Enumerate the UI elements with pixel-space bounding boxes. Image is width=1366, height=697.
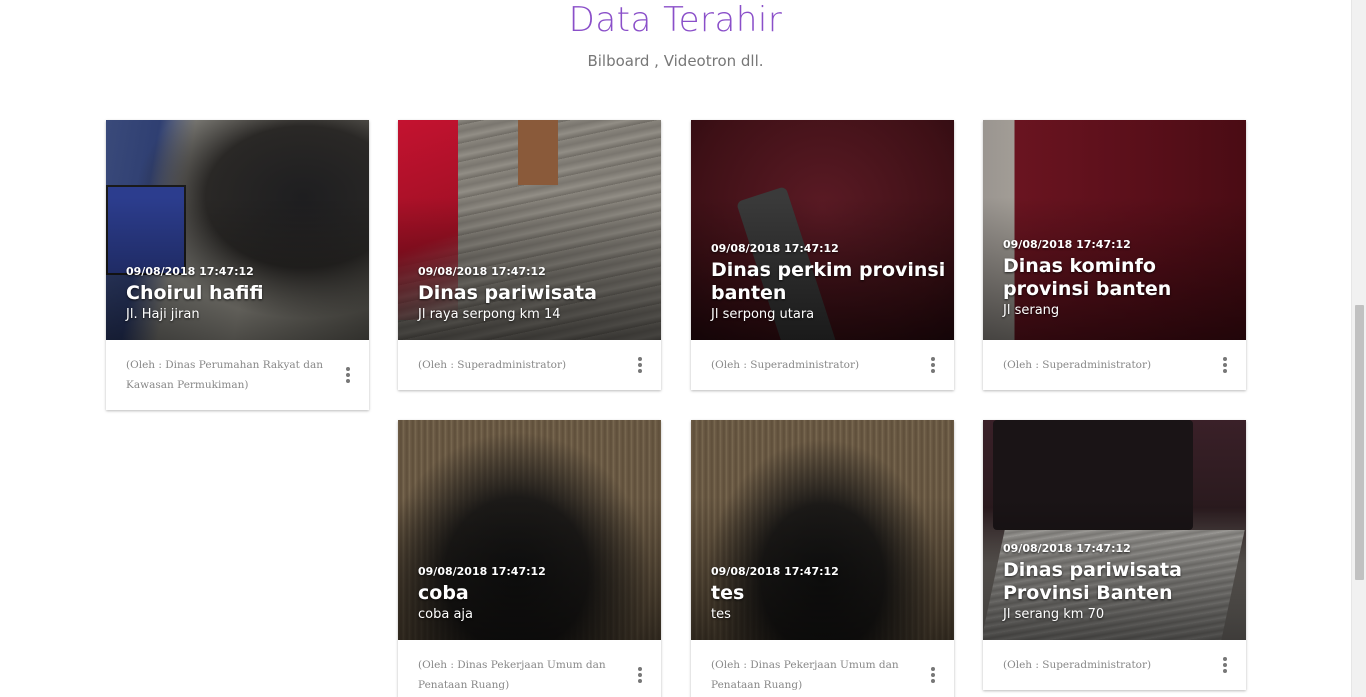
- card-date: 09/08/2018 17:47:12: [418, 565, 546, 578]
- card-title[interactable]: Dinas kominfo provinsi banten: [1003, 255, 1240, 301]
- more-vert-icon[interactable]: [637, 357, 643, 373]
- billboard-card[interactable]: 09/08/2018 17:47:12 tes tes (Oleh : Dina…: [691, 420, 954, 697]
- card-image[interactable]: 09/08/2018 17:47:12 tes tes: [691, 420, 954, 640]
- card-date: 09/08/2018 17:47:12: [126, 265, 254, 278]
- more-vert-icon[interactable]: [637, 667, 643, 683]
- card-title[interactable]: Dinas perkim provinsi banten: [711, 259, 948, 305]
- vertical-scrollbar[interactable]: [1351, 0, 1366, 697]
- card-title[interactable]: Choirul hafifi: [126, 282, 363, 305]
- card-date: 09/08/2018 17:47:12: [711, 242, 839, 255]
- billboard-card[interactable]: 09/08/2018 17:47:12 Choirul hafifi Jl. H…: [106, 120, 369, 410]
- section-title: Data Terahir: [568, 0, 783, 40]
- card-address: Jl serang: [1003, 303, 1060, 318]
- card-author: (Oleh : Superadministrator): [418, 359, 567, 371]
- card-author: (Oleh : Dinas Pekerjaan Umum dan Penataa…: [711, 659, 899, 691]
- card-author: (Oleh : Superadministrator): [1003, 359, 1152, 371]
- card-address: Jl raya serpong km 14: [418, 307, 561, 322]
- card-image[interactable]: 09/08/2018 17:47:12 Dinas perkim provins…: [691, 120, 954, 340]
- card-address: coba aja: [418, 607, 473, 622]
- billboard-card[interactable]: 09/08/2018 17:47:12 Dinas pariwisata Jl …: [398, 120, 661, 390]
- billboard-card[interactable]: 09/08/2018 17:47:12 Dinas perkim provins…: [691, 120, 954, 390]
- card-image[interactable]: 09/08/2018 17:47:12 Choirul hafifi Jl. H…: [106, 120, 369, 340]
- card-author: (Oleh : Dinas Pekerjaan Umum dan Penataa…: [418, 659, 606, 691]
- card-date: 09/08/2018 17:47:12: [418, 265, 546, 278]
- more-vert-icon[interactable]: [1222, 657, 1228, 673]
- card-date: 09/08/2018 17:47:12: [711, 565, 839, 578]
- billboard-card[interactable]: 09/08/2018 17:47:12 coba coba aja (Oleh …: [398, 420, 661, 697]
- card-address: tes: [711, 607, 731, 622]
- card-date: 09/08/2018 17:47:12: [1003, 542, 1131, 555]
- more-vert-icon[interactable]: [930, 357, 936, 373]
- card-title[interactable]: tes: [711, 582, 948, 605]
- page: Data Terahir Bilboard , Videotron dll. 0…: [0, 0, 1351, 697]
- card-image[interactable]: 09/08/2018 17:47:12 Dinas pariwisata Pro…: [983, 420, 1246, 640]
- billboard-card[interactable]: 09/08/2018 17:47:12 Dinas kominfo provin…: [983, 120, 1246, 390]
- card-address: Jl serang km 70: [1003, 607, 1105, 622]
- more-vert-icon[interactable]: [1222, 357, 1228, 373]
- section-subtitle: Bilboard , Videotron dll.: [587, 52, 764, 70]
- more-vert-icon[interactable]: [345, 367, 351, 383]
- card-image[interactable]: 09/08/2018 17:47:12 coba coba aja: [398, 420, 661, 640]
- billboard-card[interactable]: 09/08/2018 17:47:12 Dinas pariwisata Pro…: [983, 420, 1246, 690]
- more-vert-icon[interactable]: [930, 667, 936, 683]
- scrollbar-thumb[interactable]: [1355, 305, 1364, 580]
- card-address: Jl. Haji jiran: [126, 307, 200, 322]
- card-address: Jl serpong utara: [711, 307, 815, 322]
- card-author: (Oleh : Superadministrator): [711, 359, 860, 371]
- card-title[interactable]: Dinas pariwisata Provinsi Banten: [1003, 559, 1240, 605]
- card-author: (Oleh : Dinas Perumahan Rakyat dan Kawas…: [126, 359, 323, 391]
- card-image[interactable]: 09/08/2018 17:47:12 Dinas pariwisata Jl …: [398, 120, 661, 340]
- card-title[interactable]: coba: [418, 582, 655, 605]
- card-image[interactable]: 09/08/2018 17:47:12 Dinas kominfo provin…: [983, 120, 1246, 340]
- card-author: (Oleh : Superadministrator): [1003, 659, 1152, 671]
- card-date: 09/08/2018 17:47:12: [1003, 238, 1131, 251]
- card-title[interactable]: Dinas pariwisata: [418, 282, 655, 305]
